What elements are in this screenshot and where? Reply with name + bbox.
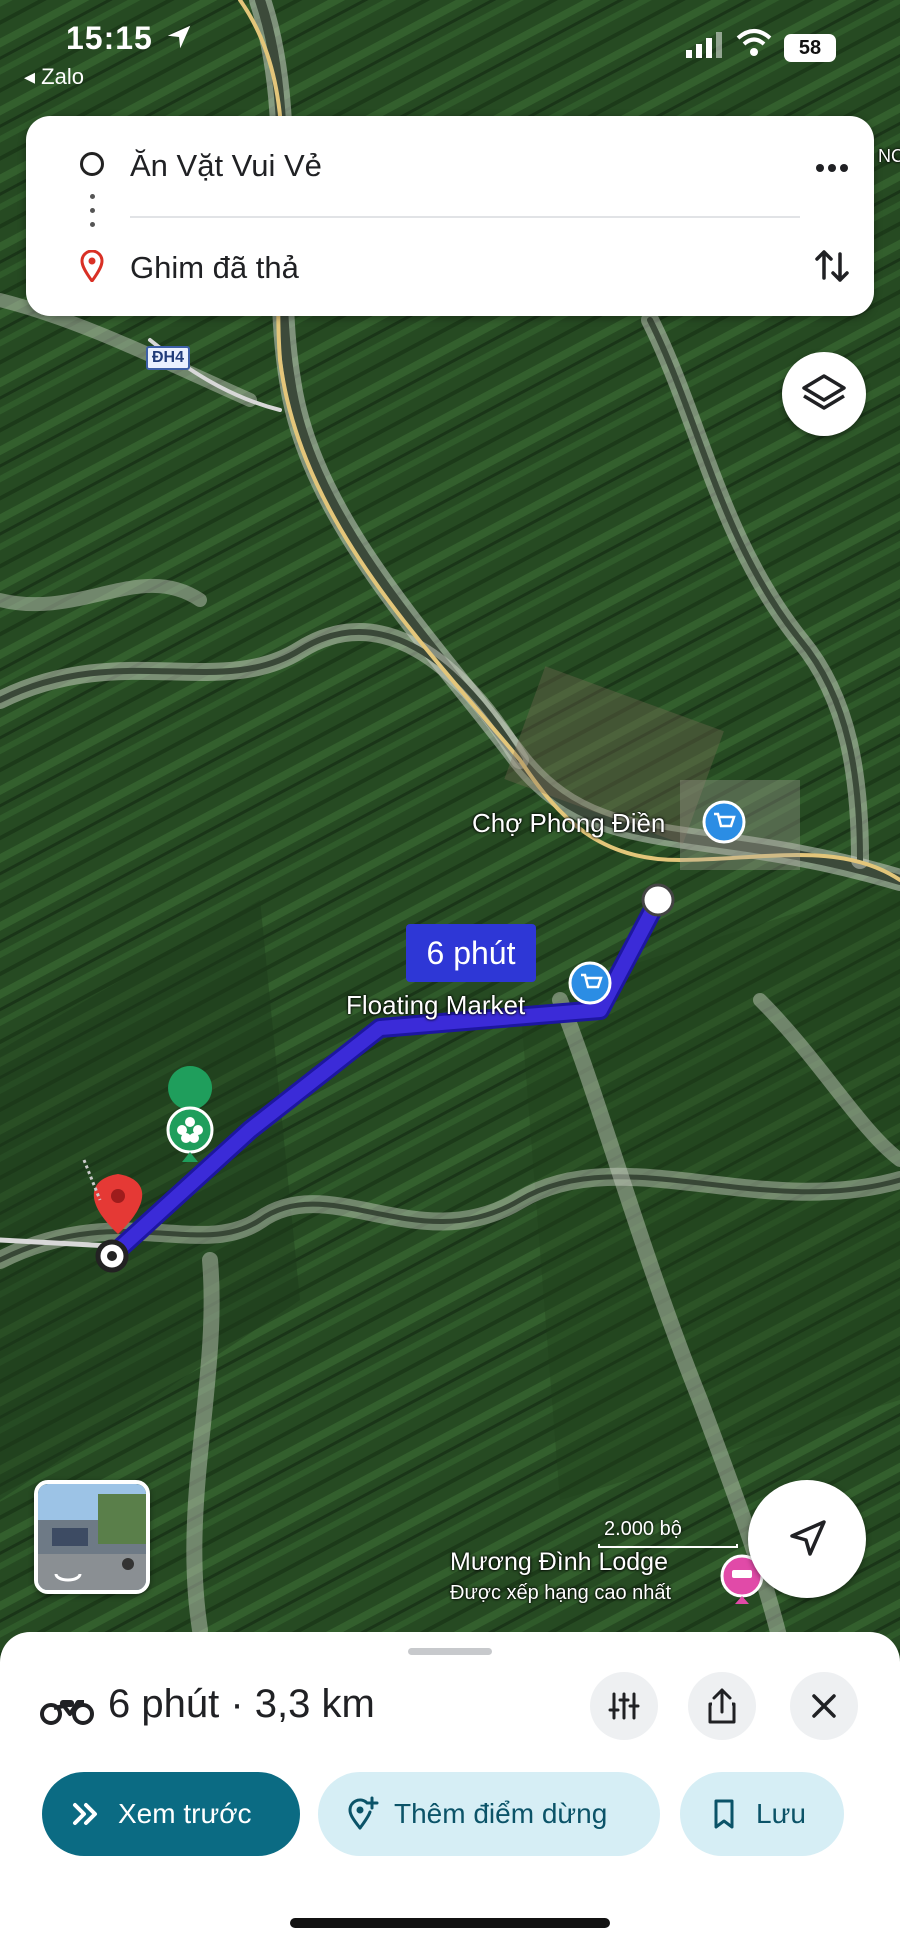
- place-label-floating-market[interactable]: Floating Market: [346, 990, 525, 1021]
- more-options-icon[interactable]: [808, 152, 856, 184]
- drag-handle[interactable]: [408, 1648, 492, 1655]
- recenter-button[interactable]: [748, 1480, 866, 1598]
- street-view-image: [38, 1484, 146, 1590]
- add-location-icon: [348, 1796, 379, 1830]
- share-icon: [708, 1688, 736, 1724]
- close-icon: [812, 1694, 836, 1718]
- home-indicator[interactable]: [290, 1918, 610, 1928]
- navigation-arrow-icon: [790, 1520, 826, 1556]
- map-scale-bar: [598, 1544, 738, 1548]
- swap-vertical-icon[interactable]: [808, 242, 856, 290]
- save-button[interactable]: Lưu: [680, 1772, 844, 1856]
- route-dots-icon: [90, 194, 96, 232]
- route-start-marker: [641, 883, 675, 917]
- status-bar: 15:15 ◂ Zalo 58: [0, 0, 900, 96]
- status-time: 15:15: [66, 20, 153, 56]
- motorbike-icon: [40, 1700, 94, 1725]
- bookmark-icon: [714, 1799, 734, 1829]
- park-pin-icon: [166, 1066, 214, 1162]
- divider: [130, 216, 800, 218]
- location-arrow-icon: [167, 25, 191, 49]
- back-to-app-link[interactable]: ◂ Zalo: [24, 64, 84, 90]
- preview-label: Xem trước: [118, 1798, 252, 1829]
- place-label-market[interactable]: Chợ Phong Điền: [472, 808, 665, 839]
- preview-button[interactable]: Xem trước: [42, 1772, 300, 1856]
- road-badge: ĐH4: [146, 346, 191, 370]
- destination-pin-icon: [80, 250, 104, 282]
- map-corner-label: NC: [878, 146, 900, 166]
- floating-market-pin-icon: [568, 961, 612, 1005]
- origin-circle-icon: [80, 152, 104, 176]
- street-view-thumbnail[interactable]: [34, 1480, 150, 1594]
- close-button[interactable]: [790, 1672, 858, 1740]
- directions-card: Ăn Vặt Vui Vẻ Ghim đã thả: [26, 116, 874, 316]
- map-layers-button[interactable]: [782, 352, 866, 436]
- wifi-icon: [736, 29, 772, 56]
- place-label-lodge-sub: Được xếp hạng cao nhất: [450, 1582, 672, 1604]
- route-summary: 6 phút · 3,3 km: [108, 1682, 375, 1726]
- place-label-lodge[interactable]: Mương Đình Lodge: [450, 1548, 668, 1577]
- battery-indicator: 58: [784, 34, 836, 62]
- tune-icon: [608, 1692, 640, 1720]
- share-button[interactable]: [688, 1672, 756, 1740]
- market-pin-icon: [702, 800, 746, 844]
- destination-field[interactable]: Ghim đã thả: [130, 250, 299, 286]
- save-label: Lưu: [756, 1798, 806, 1829]
- add-stop-label: Thêm điểm dừng: [394, 1798, 608, 1829]
- map-scale-label: 2.000 bộ: [604, 1518, 682, 1540]
- add-stop-button[interactable]: Thêm điểm dừng: [318, 1772, 660, 1856]
- route-options-button[interactable]: [590, 1672, 658, 1740]
- layers-icon: [802, 374, 846, 410]
- cellular-signal-icon: [686, 32, 722, 58]
- double-chevron-right-icon: [73, 1803, 97, 1825]
- origin-field[interactable]: Ăn Vặt Vui Vẻ: [130, 148, 322, 184]
- route-eta-label: 6 phút: [406, 924, 536, 982]
- route-bottom-sheet: 6 phút · 3,3 km Xem trước Thêm điểm dừng…: [0, 1632, 900, 1946]
